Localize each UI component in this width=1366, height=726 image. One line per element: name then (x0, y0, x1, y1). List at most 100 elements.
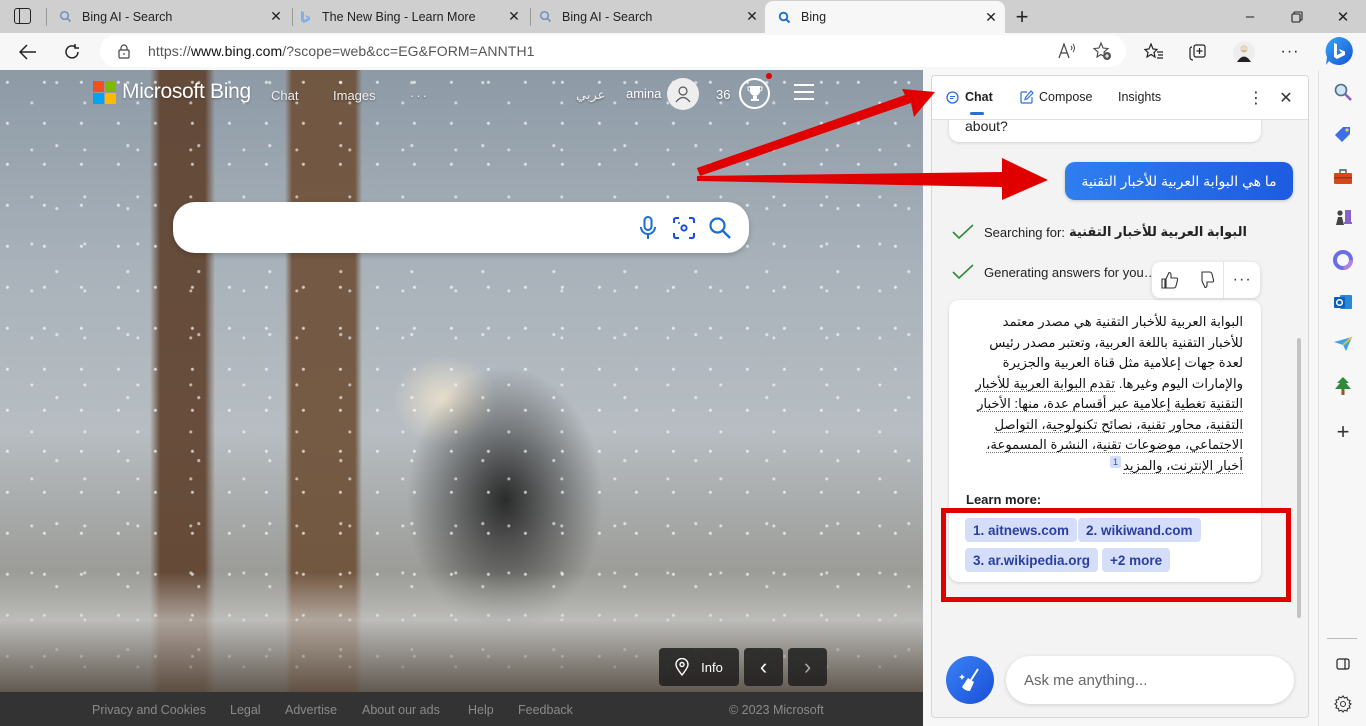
back-button[interactable] (12, 36, 44, 68)
tab-title: The New Bing - Learn More (322, 9, 476, 24)
edge-sidebar: + (1318, 70, 1366, 726)
more-icon[interactable]: ··· (1274, 36, 1306, 68)
checkmark-icon (952, 264, 974, 280)
status-search-query: البوابة العربية للأخبار التقنية (1068, 224, 1247, 239)
lock-icon[interactable] (118, 44, 130, 64)
location-pin-icon (675, 658, 689, 676)
close-tab-icon[interactable]: ✕ (742, 8, 762, 25)
close-tab-icon[interactable]: ✕ (266, 8, 286, 25)
tab-separator (46, 8, 47, 26)
footer-link-legal[interactable]: Legal (230, 703, 261, 717)
broom-icon (959, 668, 979, 691)
bing-header: Microsoft Bing Chat Images ··· عربي amin… (0, 70, 923, 116)
sidebar-divider (1327, 638, 1357, 639)
checkmark-icon (952, 224, 974, 240)
settings-icon[interactable] (1329, 690, 1357, 718)
info-button[interactable]: Info (659, 648, 739, 686)
new-topic-button[interactable] (946, 656, 994, 704)
thumbs-up-icon[interactable] (1152, 262, 1188, 298)
restore-button[interactable] (1274, 0, 1320, 33)
message-more-icon[interactable]: ··· (1224, 262, 1260, 298)
chat-scrollbar[interactable] (1297, 338, 1301, 618)
bing-copilot-icon[interactable] (1321, 33, 1357, 69)
outlook-icon[interactable] (1329, 288, 1357, 316)
user-name[interactable]: amina (626, 86, 661, 101)
close-tab-icon[interactable]: ✕ (981, 9, 1001, 26)
tab-actions-icon[interactable] (14, 8, 31, 24)
tab-compose[interactable]: Compose (1020, 90, 1093, 104)
tools-icon[interactable] (1329, 162, 1357, 190)
url-text: https://www.bing.com/?scope=web&cc=EG&FO… (148, 43, 535, 59)
citation-1[interactable]: 1 (1109, 455, 1121, 468)
collections-icon[interactable] (1182, 36, 1214, 68)
tab-insights[interactable]: Insights (1118, 90, 1161, 104)
favorites-icon[interactable] (1138, 36, 1170, 68)
language-link[interactable]: عربي (576, 87, 605, 103)
tab-compose-label: Compose (1039, 90, 1093, 104)
panel-close-button[interactable]: ✕ (1276, 88, 1296, 108)
tab-chat[interactable]: Chat (946, 90, 993, 115)
notification-dot (766, 73, 772, 79)
menu-icon[interactable] (794, 84, 814, 100)
address-bar[interactable]: https://www.bing.com/?scope=web&cc=EG&FO… (100, 35, 1126, 67)
drop-icon[interactable] (1329, 330, 1357, 358)
tab-title: Bing AI - Search (562, 9, 653, 24)
tree-icon[interactable] (1329, 372, 1357, 400)
search-input[interactable] (193, 214, 623, 240)
tab-bing-active[interactable]: Bing ✕ (765, 1, 1005, 33)
status-searching-label: Searching for: (984, 224, 1065, 240)
tab-new-bing-learn-more[interactable]: The New Bing - Learn More ✕ (298, 0, 524, 33)
status-generating: Generating answers for you… (952, 264, 1160, 280)
footer-link-help[interactable]: Help (468, 703, 494, 717)
nav-images[interactable]: Images (333, 88, 376, 103)
microsoft-logo-icon[interactable] (93, 81, 116, 104)
microsoft-365-icon[interactable] (1329, 246, 1357, 274)
search-icon (538, 10, 552, 24)
user-avatar-icon[interactable] (667, 78, 699, 110)
refresh-button[interactable] (56, 36, 88, 68)
add-sidebar-app-icon[interactable]: + (1329, 418, 1357, 446)
previous-message-text: about? (965, 118, 1008, 134)
minimize-button[interactable]: – (1227, 0, 1273, 33)
status-searching: Searching for: البوابة العربية للأخبار ا… (952, 224, 1247, 240)
panel-more-button[interactable]: ⋮ (1246, 88, 1266, 108)
thumbs-down-icon[interactable] (1188, 262, 1224, 298)
rewards-count[interactable]: 36 (716, 87, 730, 102)
compose-icon (1020, 90, 1034, 104)
bing-logo-icon (298, 10, 312, 24)
next-image-button[interactable]: › (788, 648, 827, 686)
read-aloud-icon[interactable] (1058, 42, 1078, 65)
footer-link-privacy[interactable]: Privacy and Cookies (92, 703, 206, 717)
close-tab-icon[interactable]: ✕ (504, 8, 524, 25)
nav-chat[interactable]: Chat (271, 88, 298, 103)
browser-toolbar: https://www.bing.com/?scope=web&cc=EG&FO… (0, 33, 1366, 70)
footer-link-feedback[interactable]: Feedback (518, 703, 573, 717)
previous-image-button[interactable]: ‹ (744, 648, 783, 686)
bing-chat-panel: Chat Compose Insights ⋮ ✕ about? ما هي ا… (931, 75, 1309, 718)
rewards-trophy-icon[interactable] (739, 78, 770, 109)
chat-input[interactable] (1024, 668, 1274, 692)
footer-link-advertise[interactable]: Advertise (285, 703, 337, 717)
add-favorite-icon[interactable] (1092, 41, 1112, 66)
tab-title: Bing (801, 10, 827, 24)
brand-name[interactable]: Microsoft Bing (122, 80, 251, 104)
close-window-button[interactable]: ✕ (1320, 0, 1366, 33)
page-footer: Privacy and Cookies Legal Advertise Abou… (0, 692, 923, 726)
nav-more[interactable]: ··· (410, 88, 429, 103)
search-box (173, 202, 749, 253)
new-tab-button[interactable]: + (999, 0, 1045, 33)
profile-avatar[interactable] (1228, 36, 1260, 68)
tab-bing-ai-search-1[interactable]: Bing AI - Search ✕ (58, 0, 286, 33)
footer-link-about-ads[interactable]: About our ads (362, 703, 440, 717)
microphone-icon[interactable] (634, 214, 662, 242)
visual-search-icon[interactable] (670, 214, 698, 242)
tab-separator (530, 8, 531, 26)
shopping-tag-icon[interactable] (1329, 120, 1357, 148)
search-icon (777, 10, 791, 24)
split-panel-icon[interactable] (1329, 650, 1357, 678)
search-icon[interactable] (706, 214, 734, 242)
user-message: ما هي البوابة العربية للأخبار التقنية (1065, 162, 1293, 200)
sidebar-search-icon[interactable] (1329, 78, 1357, 106)
tab-bing-ai-search-2[interactable]: Bing AI - Search ✕ (538, 0, 762, 33)
games-icon[interactable] (1329, 203, 1357, 231)
